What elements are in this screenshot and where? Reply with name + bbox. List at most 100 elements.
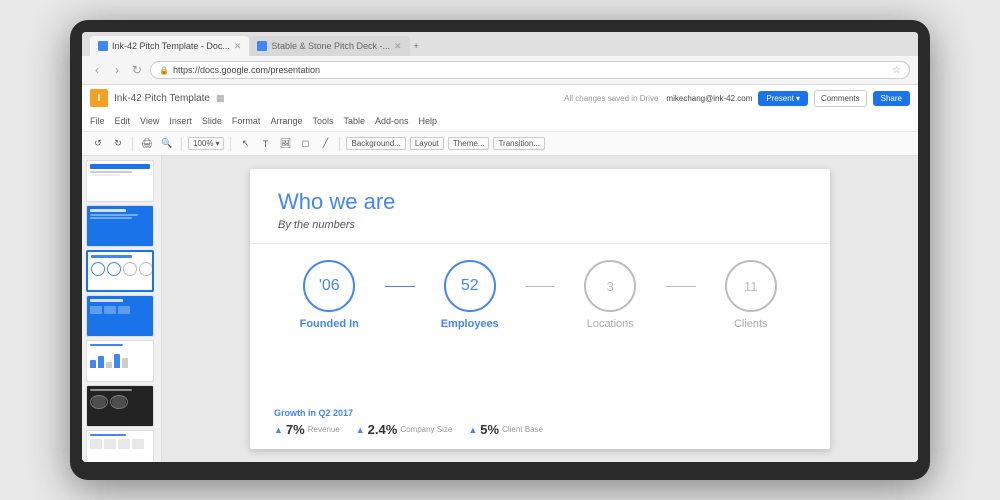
menu-format[interactable]: Format	[232, 116, 261, 126]
undo-button[interactable]: ↺	[90, 136, 106, 152]
stat-label-clients: Clients	[734, 318, 768, 330]
shape-button[interactable]: ◻	[297, 136, 313, 152]
header-actions: mikechang@ink-42.com Present ▾ Comments …	[666, 90, 910, 107]
stat-connector-3	[666, 286, 696, 287]
slide-thumbnail-2[interactable]	[86, 205, 154, 247]
tab-label-1: Ink-42 Pitch Template - Doc...	[112, 41, 230, 51]
redo-button[interactable]: ↻	[110, 136, 126, 152]
slide-editor: Who we are By the numbers '06 Founded In	[162, 156, 918, 462]
stat-circle-locations: 3	[584, 260, 636, 312]
menu-slide[interactable]: Slide	[202, 116, 222, 126]
slide-bottom-section: '06 Founded In 52 Employees	[250, 244, 830, 449]
stat-circle-founded: '06	[303, 260, 355, 312]
tab-label-2: Stable & Stone Pitch Deck -...	[271, 41, 390, 51]
zoom-dropdown[interactable]: 100% ▾	[188, 137, 224, 150]
stat-circle-clients: 11	[725, 260, 777, 312]
toolbar-divider-4	[339, 137, 340, 151]
slide-top-section: Who we are By the numbers	[250, 169, 830, 244]
app-menu-bar: File Edit View Insert Slide Format Arran…	[82, 111, 918, 131]
stat-clients: 11 Clients	[696, 260, 807, 330]
share-button[interactable]: Share	[873, 91, 910, 106]
slide-canvas: Who we are By the numbers '06 Founded In	[250, 169, 830, 449]
slide-thumbnail-6[interactable]	[86, 385, 154, 427]
background-dropdown[interactable]: Background...	[346, 137, 405, 150]
menu-view[interactable]: View	[140, 116, 159, 126]
menu-tools[interactable]: Tools	[312, 116, 333, 126]
slide-thumbnail-1[interactable]	[86, 160, 154, 202]
device-frame: Ink-42 Pitch Template - Doc... ✕ Stable …	[70, 20, 930, 480]
growth-value-company-size: 2.4%	[368, 422, 398, 437]
menu-arrange[interactable]: Arrange	[270, 116, 302, 126]
user-email: mikechang@ink-42.com	[666, 94, 752, 103]
theme-dropdown[interactable]: Theme...	[448, 137, 490, 150]
growth-item-company-size: ▲ 2.4% Company Size	[356, 422, 453, 437]
stat-label-founded: Founded In	[300, 318, 359, 330]
layout-dropdown[interactable]: Layout	[410, 137, 444, 150]
growth-arrow-revenue: ▲	[274, 425, 283, 435]
print-button[interactable]: 🖨	[139, 136, 155, 152]
app-title-bar: I Ink-42 Pitch Template ▦ All changes sa…	[82, 85, 918, 111]
reload-button[interactable]: ↻	[130, 63, 144, 77]
cursor-button[interactable]: ↖	[237, 136, 253, 152]
search-button[interactable]: 🔍	[159, 136, 175, 152]
app-toolbar: ↺ ↻ 🖨 🔍 100% ▾ ↖ T 🖼 ◻ ╱ Background...	[82, 131, 918, 155]
tab-close-2[interactable]: ✕	[394, 41, 402, 52]
bookmark-icon[interactable]: ☆	[892, 65, 901, 76]
app-logo: I	[90, 89, 108, 107]
tab-favicon-1	[98, 41, 108, 51]
tab-favicon-2	[257, 41, 267, 51]
forward-button[interactable]: ›	[110, 63, 124, 77]
browser-tab-inactive[interactable]: Stable & Stone Pitch Deck -... ✕	[249, 36, 409, 56]
stat-connector-1	[385, 286, 415, 287]
toolbar-divider-2	[181, 137, 182, 151]
stat-connector-2	[525, 286, 555, 287]
browser-tab-active[interactable]: Ink-42 Pitch Template - Doc... ✕	[90, 36, 249, 56]
growth-items: ▲ 7% Revenue ▲ 2.4% Company Size	[274, 422, 806, 437]
text-button[interactable]: T	[257, 136, 273, 152]
browser-tabs: Ink-42 Pitch Template - Doc... ✕ Stable …	[82, 32, 918, 56]
growth-value-revenue: 7%	[286, 422, 305, 437]
stat-employees: 52 Employees	[415, 260, 526, 330]
browser-chrome: Ink-42 Pitch Template - Doc... ✕ Stable …	[82, 32, 918, 85]
address-text: https://docs.google.com/presentation	[173, 65, 320, 75]
slide-title: Who we are	[278, 189, 802, 215]
comments-button[interactable]: Comments	[814, 90, 867, 107]
menu-insert[interactable]: Insert	[169, 116, 192, 126]
present-button[interactable]: Present ▾	[758, 91, 808, 106]
address-bar[interactable]: 🔒 https://docs.google.com/presentation ☆	[150, 61, 910, 79]
slide-thumbnail-7[interactable]	[86, 430, 154, 462]
device-screen: Ink-42 Pitch Template - Doc... ✕ Stable …	[82, 32, 918, 462]
growth-arrow-company-size: ▲	[356, 425, 365, 435]
menu-edit[interactable]: Edit	[115, 116, 131, 126]
growth-label-revenue: Revenue	[308, 425, 340, 434]
autosave-status: All changes saved in Drive	[564, 94, 658, 103]
menu-table[interactable]: Table	[343, 116, 365, 126]
growth-label-company-size: Company Size	[400, 425, 452, 434]
slide-subtitle: By the numbers	[278, 219, 802, 231]
back-button[interactable]: ‹	[90, 63, 104, 77]
image-button[interactable]: 🖼	[277, 136, 293, 152]
slide-thumbnail-4[interactable]	[86, 295, 154, 337]
stat-label-employees: Employees	[441, 318, 499, 330]
app-header: I Ink-42 Pitch Template ▦ All changes sa…	[82, 85, 918, 156]
growth-title: Growth in Q2 2017	[274, 408, 806, 418]
app-title: Ink-42 Pitch Template	[114, 93, 210, 104]
growth-item-client-base: ▲ 5% Client Base	[468, 422, 543, 437]
menu-addons[interactable]: Add-ons	[375, 116, 409, 126]
menu-file[interactable]: File	[90, 116, 105, 126]
lock-icon: 🔒	[159, 66, 169, 75]
line-button[interactable]: ╱	[317, 136, 333, 152]
transition-dropdown[interactable]: Transition...	[493, 137, 545, 150]
growth-label-client-base: Client Base	[502, 425, 543, 434]
growth-item-revenue: ▲ 7% Revenue	[274, 422, 340, 437]
slide-thumbnail-5[interactable]	[86, 340, 154, 382]
new-tab-btn[interactable]: +	[414, 41, 419, 51]
stat-circle-employees: 52	[444, 260, 496, 312]
growth-value-client-base: 5%	[480, 422, 499, 437]
slides-panel	[82, 156, 162, 462]
main-content: Who we are By the numbers '06 Founded In	[82, 156, 918, 462]
slide-thumbnail-3[interactable]	[86, 250, 154, 292]
menu-help[interactable]: Help	[419, 116, 438, 126]
tab-close-1[interactable]: ✕	[234, 41, 242, 52]
browser-toolbar: ‹ › ↻ 🔒 https://docs.google.com/presenta…	[82, 56, 918, 84]
